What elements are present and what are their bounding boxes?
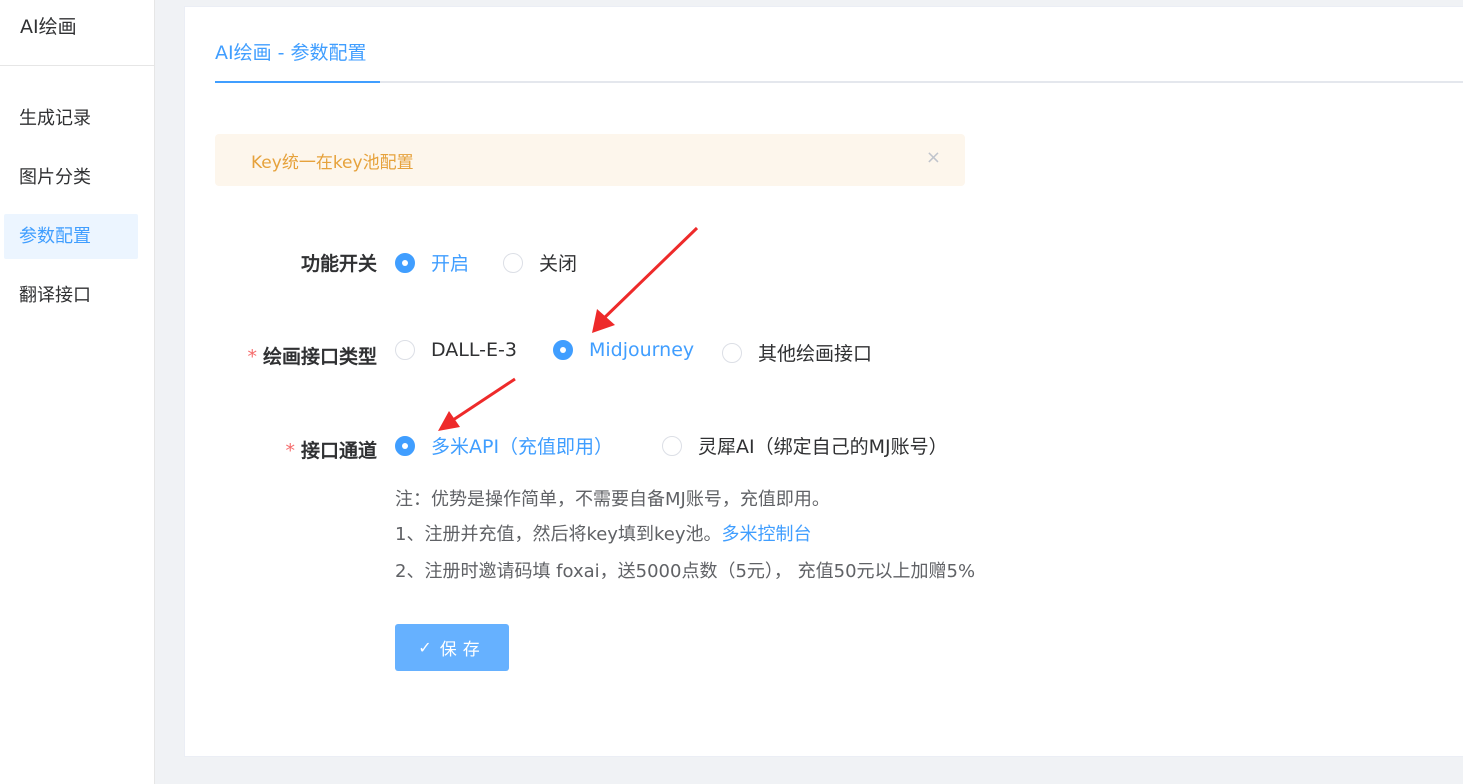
note-line-2-text: 1、注册并充值，然后将key填到key池。 (395, 524, 722, 545)
radio-dot-icon (395, 340, 415, 360)
radio-dot-icon (395, 435, 415, 456)
radio-dot-icon (553, 340, 573, 360)
radio-midjourney[interactable]: Midjourney (553, 339, 694, 361)
sidebar: AI绘画 生成记录 图片分类 参数配置 翻译接口 (0, 0, 155, 784)
radio-label: Midjourney (589, 339, 695, 361)
radio-other-draw-api[interactable]: 其他绘画接口 (722, 339, 872, 366)
radio-dall-e-3[interactable]: DALL-E-3 (395, 339, 517, 361)
sidebar-item-translation-api[interactable]: 翻译接口 (4, 273, 138, 318)
feature-switch-label: 功能开关 (185, 249, 377, 276)
radio-lingxi-ai[interactable]: 灵犀AI（绑定自己的MJ账号） (662, 432, 948, 459)
radio-label: 灵犀AI（绑定自己的MJ账号） (698, 436, 948, 458)
sidebar-title: AI绘画 (0, 0, 154, 66)
radio-label: DALL-E-3 (431, 339, 517, 361)
radio-label: 其他绘画接口 (758, 343, 873, 365)
close-icon[interactable]: × (926, 148, 941, 168)
radio-dot-icon (662, 435, 682, 456)
check-icon: ✓ (418, 638, 432, 657)
radio-dot-icon (395, 252, 415, 273)
sidebar-item-parameter-config[interactable]: 参数配置 (4, 214, 138, 259)
radio-dot-icon (503, 252, 523, 273)
main-card: AI绘画 - 参数配置 Key统一在key池配置 × 功能开关 开启 关闭 * 绘… (184, 6, 1463, 757)
alert-text: Key统一在key池配置 (251, 153, 414, 173)
radio-feature-on[interactable]: 开启 (395, 249, 469, 276)
save-button[interactable]: ✓ 保存 (395, 624, 509, 671)
radio-label: 多米API（充值即用） (431, 436, 614, 458)
warning-alert: Key统一在key池配置 × (215, 134, 965, 186)
save-button-label: 保存 (439, 640, 486, 660)
sidebar-item-generation-records[interactable]: 生成记录 (4, 96, 138, 141)
draw-api-type-label: * 绘画接口类型 (185, 342, 377, 369)
domi-console-link[interactable]: 多米控制台 (721, 524, 811, 545)
sidebar-menu: 生成记录 图片分类 参数配置 翻译接口 (0, 66, 154, 318)
feature-switch-label-text: 功能开关 (300, 253, 377, 275)
tab-parameter-config[interactable]: AI绘画 - 参数配置 (215, 38, 380, 83)
radio-dot-icon (722, 342, 742, 363)
note-line-1: 注：优势是操作简单，不需要自备MJ账号，充值即用。 (395, 489, 830, 510)
tab-bar: AI绘画 - 参数配置 (215, 7, 1463, 83)
draw-api-type-label-text: 绘画接口类型 (262, 346, 377, 368)
sidebar-item-image-categories[interactable]: 图片分类 (4, 155, 138, 200)
api-channel-label: * 接口通道 (185, 436, 377, 463)
api-channel-label-text: 接口通道 (300, 440, 377, 462)
radio-label: 关闭 (539, 253, 578, 275)
required-mark: * (285, 440, 295, 462)
note-line-2: 1、注册并充值，然后将key填到key池。多米控制台 (395, 520, 811, 546)
radio-domi-api[interactable]: 多米API（充值即用） (395, 432, 613, 459)
radio-label: 开启 (431, 253, 470, 275)
required-mark: * (247, 346, 257, 368)
radio-feature-off[interactable]: 关闭 (503, 249, 577, 276)
note-line-3: 2、注册时邀请码填 foxai，送5000点数（5元）， 充值50元以上加赠5% (395, 561, 976, 582)
